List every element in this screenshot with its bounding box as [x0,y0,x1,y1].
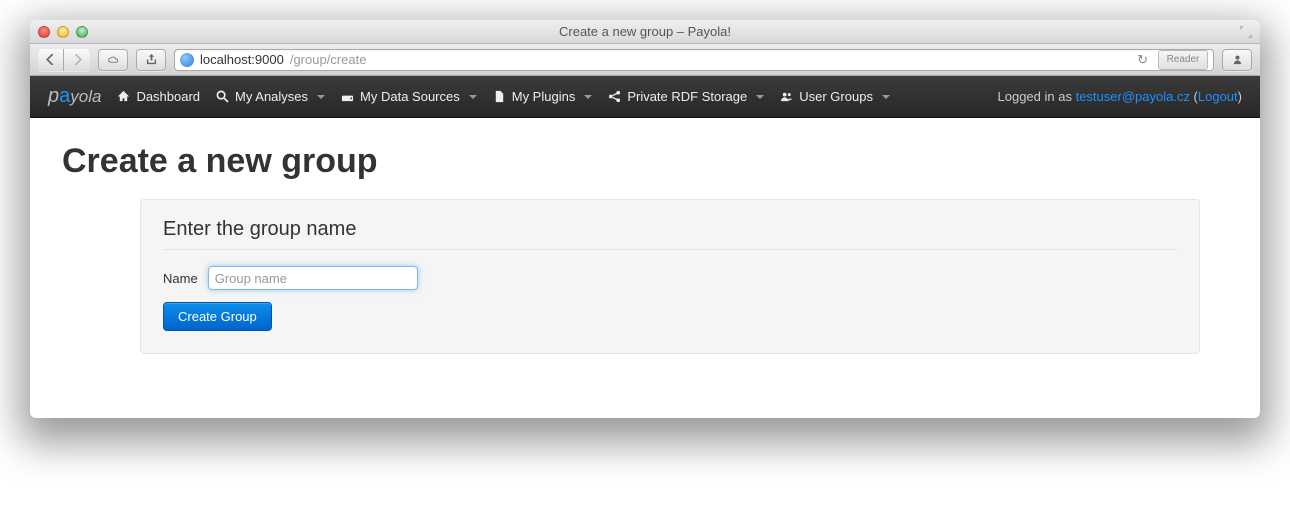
create-group-button[interactable]: Create Group [163,302,272,331]
share-button[interactable] [136,49,166,71]
reader-button[interactable]: Reader [1158,50,1208,70]
nav-label: Dashboard [136,89,200,104]
nav-label: My Plugins [512,89,576,104]
fullscreen-icon[interactable] [1240,26,1252,38]
caret-icon [317,95,325,99]
form-legend: Enter the group name [163,218,1177,250]
url-host: localhost:9000 [200,52,284,67]
brand-logo[interactable]: payola [48,85,101,108]
reload-icon[interactable]: ↻ [1137,52,1148,68]
window-title: Create a new group – Payola! [30,24,1260,39]
nav-label: Private RDF Storage [627,89,747,104]
logged-in-text: Logged in as [998,89,1076,104]
group-name-input[interactable] [208,266,418,290]
user-email-link[interactable]: testuser@payola.cz [1076,89,1190,104]
url-bar[interactable]: localhost:9000/group/create ↻ Reader [174,49,1214,71]
titlebar: Create a new group – Payola! [30,20,1260,44]
nav-dashboard[interactable]: Dashboard [117,89,200,104]
user-status: Logged in as testuser@payola.cz (Logout) [998,89,1243,104]
browser-window: Create a new group – Payola! localhost:9… [30,20,1260,418]
caret-icon [882,95,890,99]
hdd-icon [341,90,354,103]
nav-user-groups[interactable]: User Groups [780,89,890,104]
form-well: Enter the group name Name Create Group [140,199,1200,354]
nav-label: My Data Sources [360,89,460,104]
icloud-button[interactable] [98,49,128,71]
forward-button[interactable] [64,49,90,71]
page-heading: Create a new group [62,142,1230,181]
nav-my-analyses[interactable]: My Analyses [216,89,325,104]
nav-label: User Groups [799,89,873,104]
browser-toolbar: localhost:9000/group/create ↻ Reader [30,44,1260,76]
home-icon [117,90,130,103]
logout-link[interactable]: Logout [1198,89,1238,104]
file-icon [493,90,506,103]
search-icon [216,90,229,103]
page-content: Create a new group Enter the group name … [30,118,1260,418]
user-button[interactable] [1222,49,1252,71]
group-icon [780,90,793,103]
nav-my-plugins[interactable]: My Plugins [493,89,593,104]
back-button[interactable] [38,49,64,71]
nav-label: My Analyses [235,89,308,104]
nav-my-data-sources[interactable]: My Data Sources [341,89,477,104]
caret-icon [756,95,764,99]
nav-buttons [38,49,90,71]
caret-icon [584,95,592,99]
app-navbar: payola Dashboard My Analyses My Data Sou… [30,76,1260,118]
caret-icon [469,95,477,99]
globe-icon [180,53,194,67]
nav-private-rdf-storage[interactable]: Private RDF Storage [608,89,764,104]
share-alt-icon [608,90,621,103]
name-field-row: Name [163,266,1177,290]
name-label: Name [163,271,198,286]
url-path: /group/create [290,52,367,67]
